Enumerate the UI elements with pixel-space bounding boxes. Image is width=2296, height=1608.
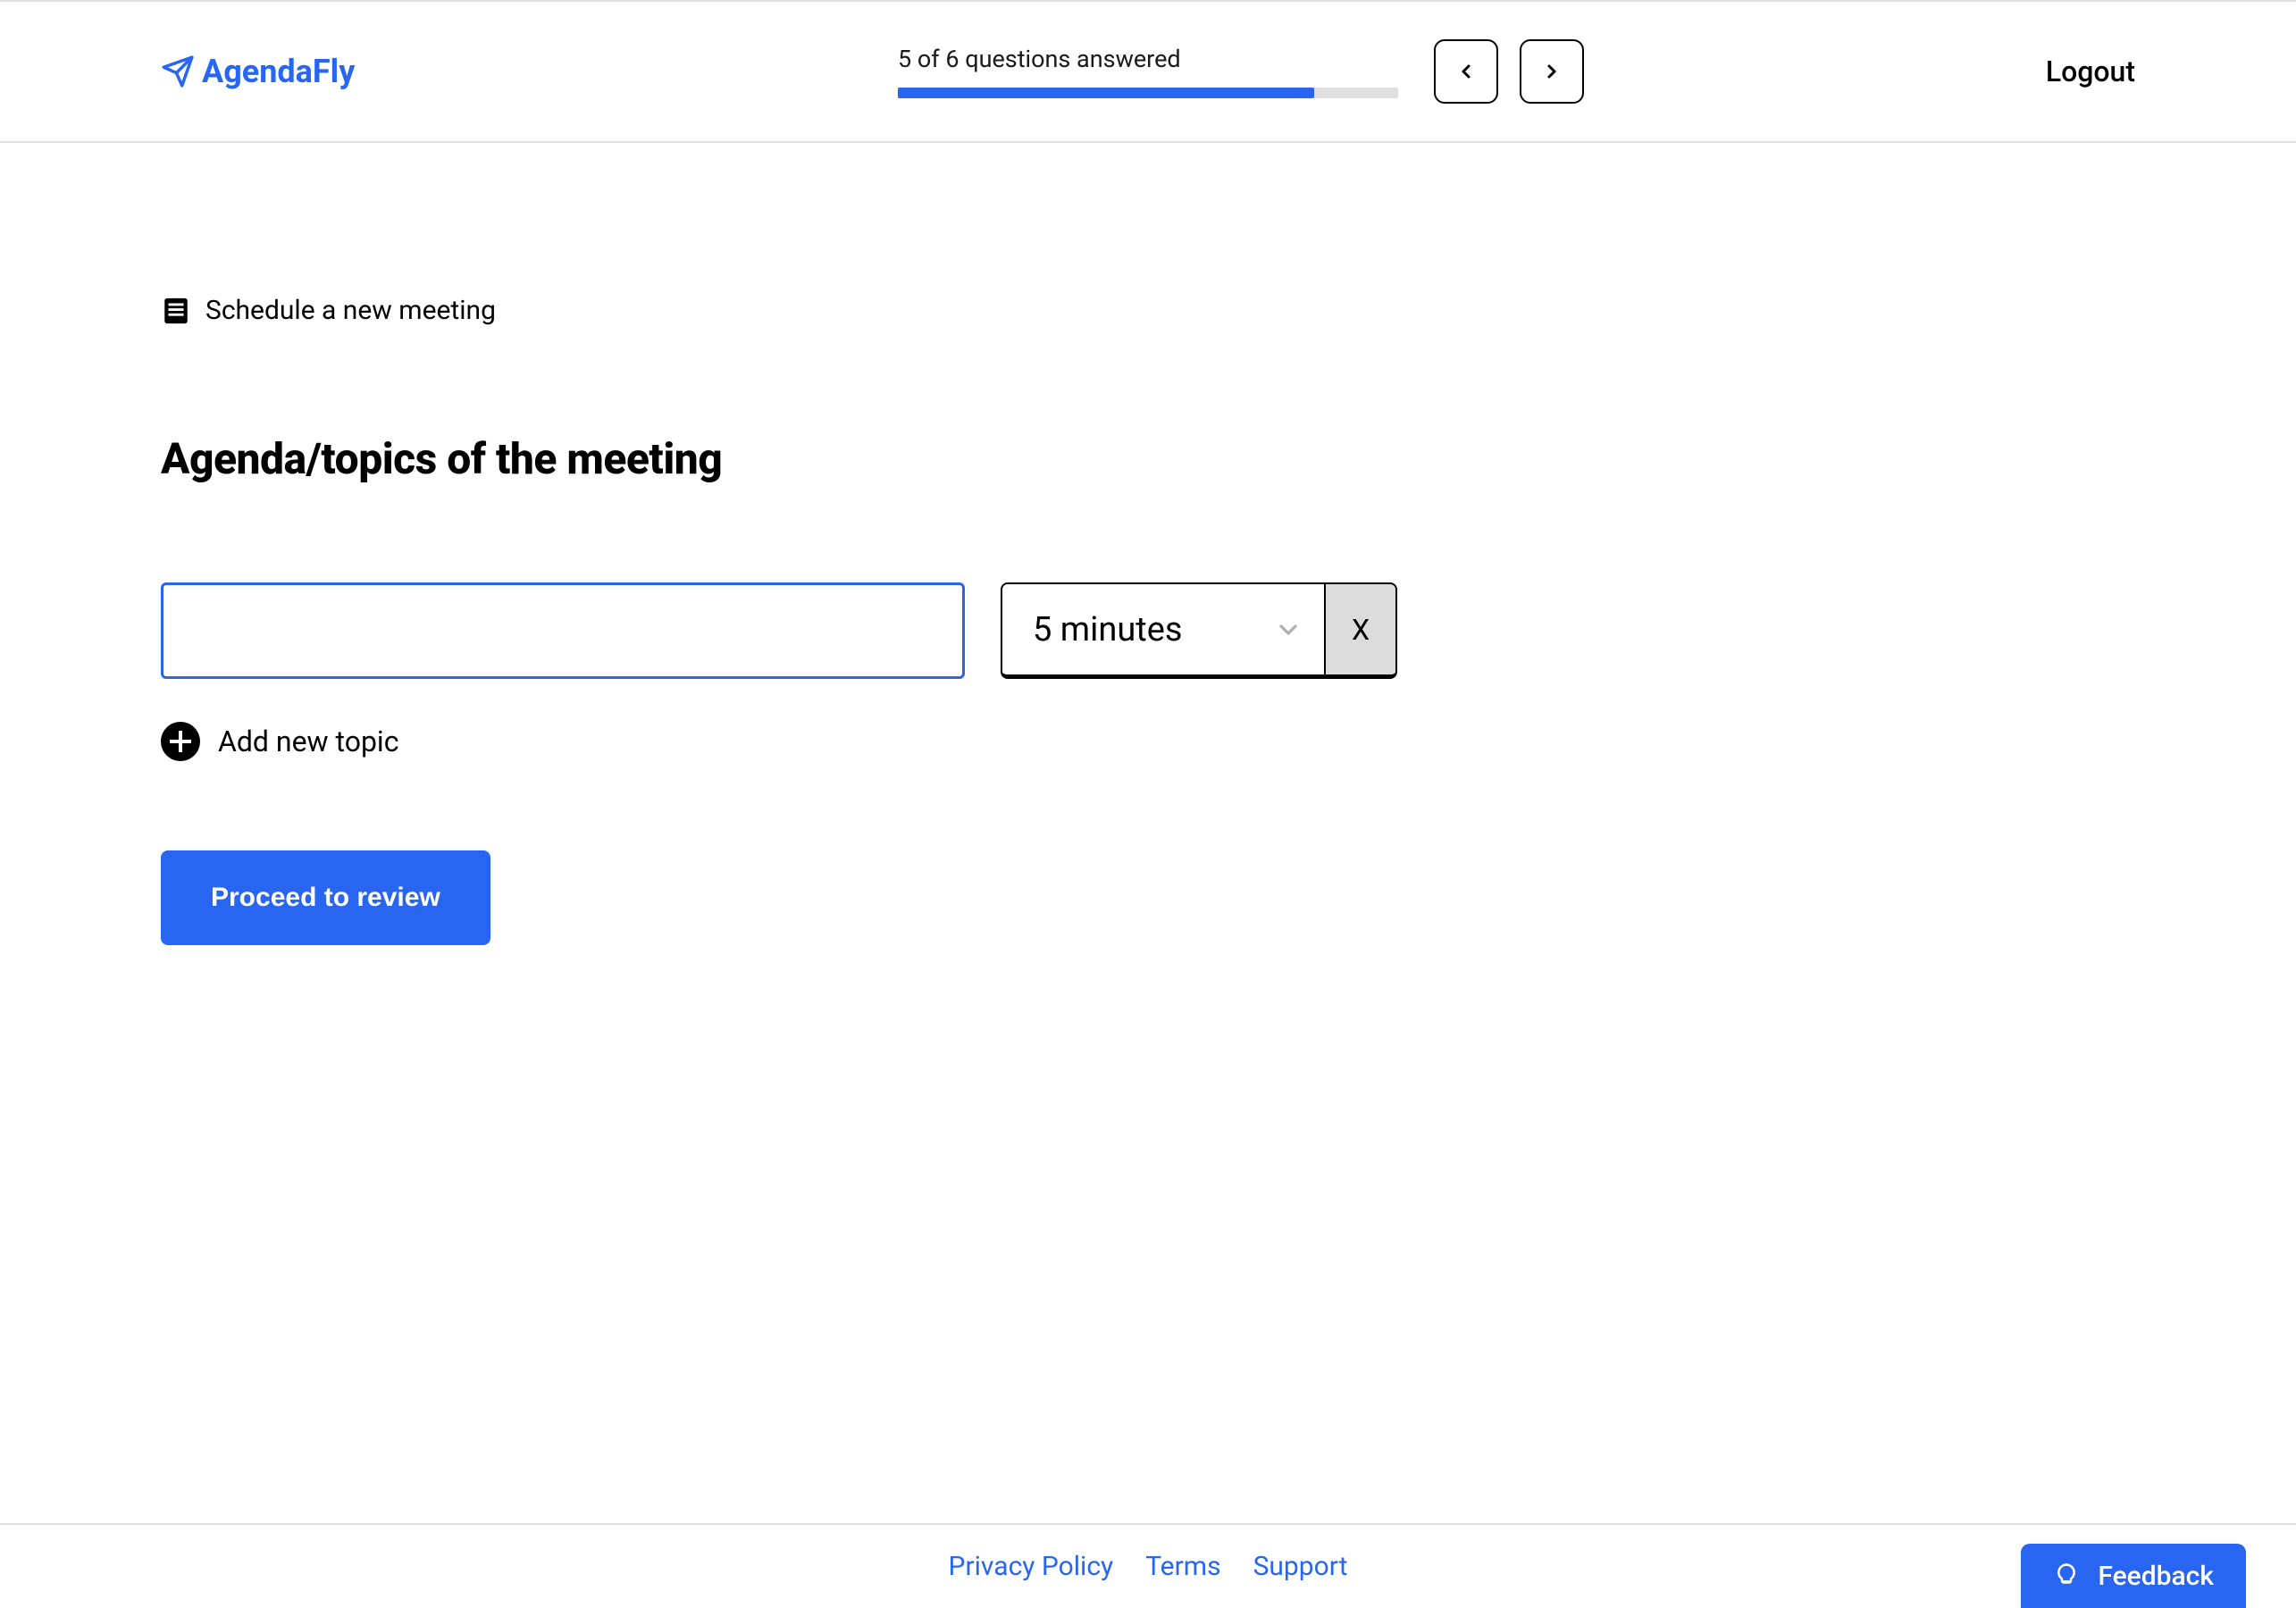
topic-row: 5 minutes X <box>161 582 2135 679</box>
chevron-left-icon <box>1455 61 1477 82</box>
feedback-label: Feedback <box>2098 1561 2214 1592</box>
header: AgendaFly 5 of 6 questions answered Logo… <box>0 0 2296 143</box>
remove-topic-button[interactable]: X <box>1324 584 1395 674</box>
add-topic-label: Add new topic <box>218 724 398 758</box>
breadcrumb-label: Schedule a new meeting <box>205 295 496 326</box>
feedback-button[interactable]: Feedback <box>2021 1544 2246 1608</box>
proceed-to-review-button[interactable]: Proceed to review <box>161 850 490 945</box>
footer-link-terms[interactable]: Terms <box>1145 1551 1220 1582</box>
chevron-down-icon <box>1274 616 1303 644</box>
main-content: Schedule a new meeting Agenda/topics of … <box>0 143 2296 945</box>
duration-value: 5 minutes <box>1033 610 1182 649</box>
paper-plane-icon <box>161 54 195 88</box>
chevron-right-icon <box>1541 61 1563 82</box>
progress-text: 5 of 6 questions answered <box>898 45 1181 73</box>
footer-link-support[interactable]: Support <box>1253 1551 1348 1582</box>
page-title: Agenda/topics of the meeting <box>161 433 2135 484</box>
next-question-button[interactable] <box>1520 39 1584 104</box>
prev-question-button[interactable] <box>1434 39 1498 104</box>
footer: Privacy Policy Terms Support <box>0 1523 2296 1608</box>
nav-buttons <box>1434 39 1584 104</box>
duration-wrap: 5 minutes X <box>1001 582 1397 679</box>
page-icon <box>161 296 191 326</box>
progress-bar-fill <box>898 88 1314 98</box>
add-topic-button[interactable]: Add new topic <box>161 722 2135 761</box>
breadcrumb: Schedule a new meeting <box>161 295 2135 326</box>
lightbulb-icon <box>2053 1562 2080 1589</box>
plus-circle-icon <box>161 722 200 761</box>
logo[interactable]: AgendaFly <box>161 53 355 90</box>
logo-text: AgendaFly <box>202 53 355 90</box>
progress-block: 5 of 6 questions answered <box>898 45 1398 98</box>
duration-select[interactable]: 5 minutes <box>1002 584 1324 674</box>
topic-input[interactable] <box>161 582 965 679</box>
logout-link[interactable]: Logout <box>2046 54 2135 88</box>
progress-bar <box>898 88 1398 98</box>
footer-link-privacy[interactable]: Privacy Policy <box>949 1551 1114 1582</box>
